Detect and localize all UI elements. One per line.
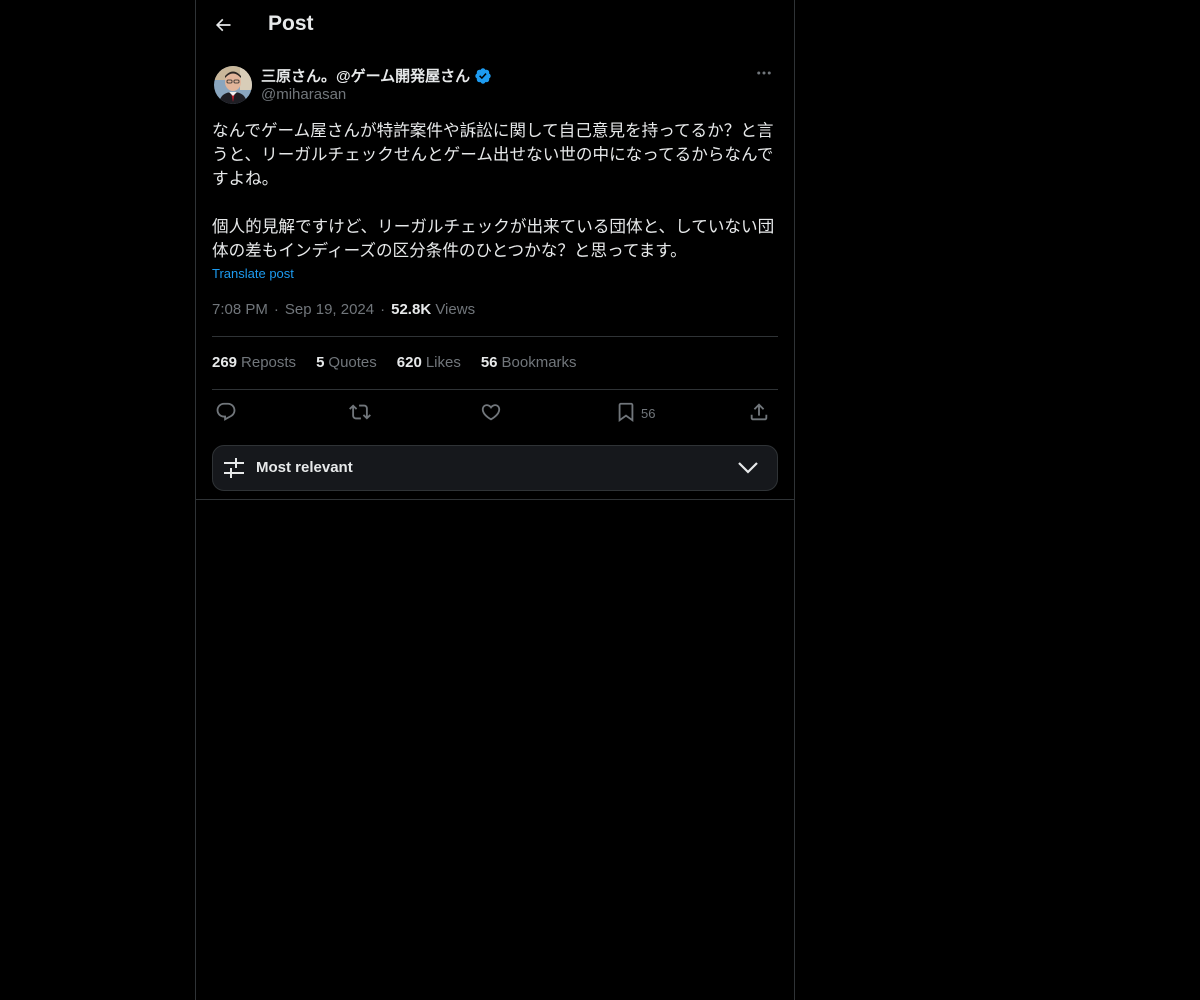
translate-post-link[interactable]: Translate post <box>212 266 294 281</box>
bookmark-action-count: 56 <box>641 405 656 421</box>
bookmarks-label: Bookmarks <box>501 354 577 371</box>
divider <box>212 389 778 390</box>
quotes-stat[interactable]: 5 Quotes <box>316 354 377 371</box>
reply-icon <box>215 401 237 426</box>
heart-icon <box>480 401 502 426</box>
meta-separator: · <box>273 301 279 318</box>
repost-button[interactable] <box>349 400 371 426</box>
verified-badge-icon[interactable] <box>474 67 492 85</box>
post-time[interactable]: 7:08 PM <box>212 301 268 318</box>
repost-icon <box>349 401 371 426</box>
action-bar: 56 <box>212 400 778 426</box>
divider <box>212 336 778 337</box>
reposts-stat[interactable]: 269 Reposts <box>212 354 296 371</box>
divider <box>196 499 794 500</box>
more-options-button[interactable] <box>750 65 778 85</box>
bookmark-button[interactable]: 56 <box>615 400 655 426</box>
author-name-text: 三原さん。@ゲーム開発屋さん <box>261 68 471 85</box>
bookmarks-stat[interactable]: 56 Bookmarks <box>481 354 577 371</box>
sliders-icon <box>223 457 245 479</box>
bookmarks-count: 56 <box>480 354 498 371</box>
reposts-count: 269 <box>212 354 238 371</box>
author-display-name[interactable]: 三原さん。@ゲーム開発屋さん <box>261 65 492 86</box>
sort-label: Most relevant <box>256 459 353 476</box>
like-button[interactable] <box>480 400 502 426</box>
likes-count: 620 <box>396 354 422 371</box>
quotes-label: Quotes <box>328 354 377 371</box>
post-body-text: なんでゲーム屋さんが特許案件や訴訟に関して自己意見を持ってるか？と言うと、リーガ… <box>212 121 775 260</box>
page-title: Post <box>268 12 314 35</box>
share-icon <box>748 401 770 426</box>
engagement-stats: 269 Reposts 5 Quotes 620 Likes 56 Bookmarks <box>212 354 577 371</box>
bookmark-icon <box>615 401 637 426</box>
share-button[interactable] <box>748 400 770 426</box>
sort-replies-dropdown[interactable]: Most relevant <box>212 445 778 491</box>
page-header: Post <box>196 0 794 53</box>
post-date[interactable]: Sep 19, 2024 <box>285 301 374 318</box>
quotes-count: 5 <box>316 354 325 371</box>
post-author: 三原さん。@ゲーム開発屋さん @miharasan <box>212 65 778 107</box>
arrow-left-icon <box>213 15 233 40</box>
likes-stat[interactable]: 620 Likes <box>397 354 461 371</box>
more-horizontal-icon <box>755 64 773 87</box>
back-button[interactable] <box>206 10 240 44</box>
views-label: Views <box>435 301 476 318</box>
likes-label: Likes <box>425 354 461 371</box>
chevron-down-icon <box>737 459 759 477</box>
views-count: 52.8K <box>391 301 432 318</box>
author-handle[interactable]: @miharasan <box>261 86 346 103</box>
reply-button[interactable] <box>215 400 237 426</box>
meta-separator: · <box>380 301 386 318</box>
avatar[interactable] <box>214 66 252 104</box>
post-metadata: 7:08 PM · Sep 19, 2024 · 52.8K Views <box>212 301 475 318</box>
post-column: Post 三原さん。@ゲーム開発屋さん @miharasan なんでゲーム屋さん… <box>195 0 795 1000</box>
reposts-label: Reposts <box>241 354 297 371</box>
